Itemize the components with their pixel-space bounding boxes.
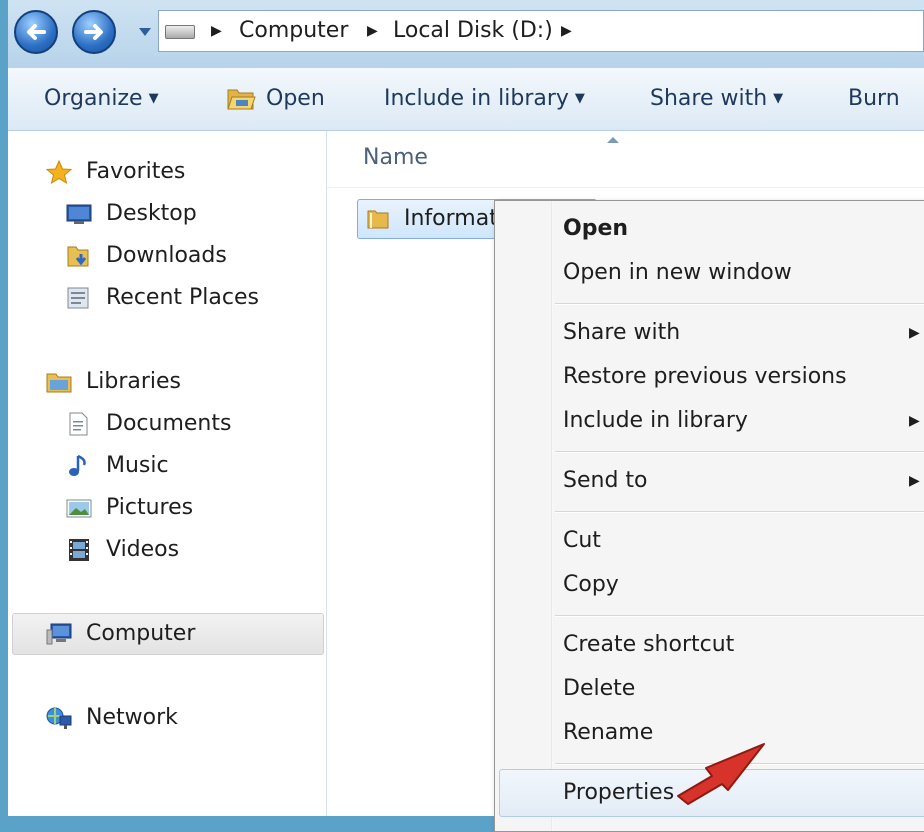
nav-network-label: Network — [86, 705, 178, 730]
context-menu-gutter — [551, 201, 553, 831]
desktop-icon — [66, 204, 92, 224]
sort-arrow-icon — [607, 137, 619, 143]
nav-downloads-label: Downloads — [106, 243, 227, 268]
address-bar-area: ▶ Computer ▶ Local Disk (D:) ▶ — [8, 0, 924, 68]
menu-item-rename[interactable]: Rename — [563, 713, 653, 753]
pictures-icon — [66, 499, 92, 518]
open-button[interactable]: Open — [266, 68, 325, 130]
organize-button[interactable]: Organize ▼ — [44, 68, 159, 130]
include-in-library-label: Include in library — [384, 86, 569, 111]
menu-item-delete[interactable]: Delete — [563, 669, 635, 709]
breadcrumb-computer[interactable]: Computer — [239, 11, 348, 51]
menu-item-send-to[interactable]: Send to — [563, 461, 648, 501]
menu-item-open-new-window[interactable]: Open in new window — [563, 253, 792, 293]
submenu-arrow-icon: ▶ — [909, 413, 920, 429]
chevron-down-icon: ▼ — [574, 91, 585, 106]
nav-documents-label: Documents — [106, 411, 232, 436]
menu-separator — [555, 451, 924, 453]
nav-music-label: Music — [106, 453, 169, 478]
burn-button[interactable]: Burn — [848, 68, 900, 130]
menu-item-cut[interactable]: Cut — [563, 521, 601, 561]
menu-separator — [555, 615, 924, 617]
folder-item-label: Informat — [404, 206, 498, 231]
column-header-name[interactable]: Name — [363, 145, 428, 170]
menu-item-include-in-library[interactable]: Include in library — [563, 401, 748, 441]
menu-item-copy[interactable]: Copy — [563, 565, 619, 605]
submenu-arrow-icon: ▶ — [909, 325, 920, 341]
include-in-library-button[interactable]: Include in library ▼ — [384, 68, 585, 130]
network-icon — [46, 707, 72, 729]
chevron-down-icon: ▼ — [773, 91, 784, 106]
drive-icon — [165, 25, 195, 39]
command-bar: Organize ▼ Open Include in library ▼ Share… — [8, 68, 924, 131]
nav-computer-label: Computer — [86, 621, 196, 646]
navigation-pane: Favorites Desktop Downloads Recent Place… — [8, 131, 327, 816]
nav-libraries-label: Libraries — [86, 369, 182, 394]
nav-desktop-label: Desktop — [106, 201, 197, 226]
menu-item-open[interactable]: Open — [563, 209, 628, 249]
chevron-down-icon: ▼ — [148, 91, 159, 106]
submenu-arrow-icon: ▶ — [909, 473, 920, 489]
documents-icon — [69, 412, 88, 436]
organize-label: Organize — [44, 86, 143, 111]
menu-separator — [555, 303, 924, 305]
open-folder-icon — [227, 89, 256, 110]
nav-pictures-label: Pictures — [106, 495, 194, 520]
video-film-icon — [69, 539, 89, 561]
folder-icon — [367, 210, 389, 229]
chevron-right-icon[interactable]: ▶ — [367, 11, 378, 51]
computer-icon — [46, 623, 72, 645]
menu-item-share-with[interactable]: Share with — [563, 313, 680, 353]
libraries-icon — [46, 373, 72, 393]
menu-item-restore-previous-versions[interactable]: Restore previous versions — [563, 357, 847, 397]
recent-places-icon — [67, 287, 89, 309]
address-box[interactable]: ▶ Computer ▶ Local Disk (D:) ▶ — [158, 10, 924, 52]
menu-item-properties[interactable]: Properties — [563, 773, 674, 813]
chevron-right-icon[interactable]: ▶ — [211, 11, 222, 51]
share-with-label: Share with — [650, 86, 768, 111]
menu-item-create-shortcut[interactable]: Create shortcut — [563, 625, 734, 665]
forward-arrow-icon — [84, 24, 103, 40]
music-note-icon — [69, 454, 86, 476]
nav-videos-label: Videos — [106, 537, 180, 562]
red-pointer-arrow-icon — [677, 743, 765, 805]
recent-pages-dropdown-icon[interactable] — [138, 26, 152, 38]
menu-separator — [555, 511, 924, 513]
back-arrow-icon — [27, 24, 46, 40]
back-button[interactable] — [14, 10, 58, 54]
nav-recent-places-label: Recent Places — [106, 285, 259, 310]
nav-favorites-label: Favorites — [86, 159, 186, 184]
column-divider — [327, 187, 924, 188]
share-with-button[interactable]: Share with ▼ — [650, 68, 783, 130]
chevron-right-icon[interactable]: ▶ — [561, 11, 572, 51]
forward-button[interactable] — [72, 10, 116, 54]
star-icon — [46, 160, 72, 184]
downloads-icon — [67, 246, 89, 267]
breadcrumb-local-disk[interactable]: Local Disk (D:) — [393, 11, 553, 51]
